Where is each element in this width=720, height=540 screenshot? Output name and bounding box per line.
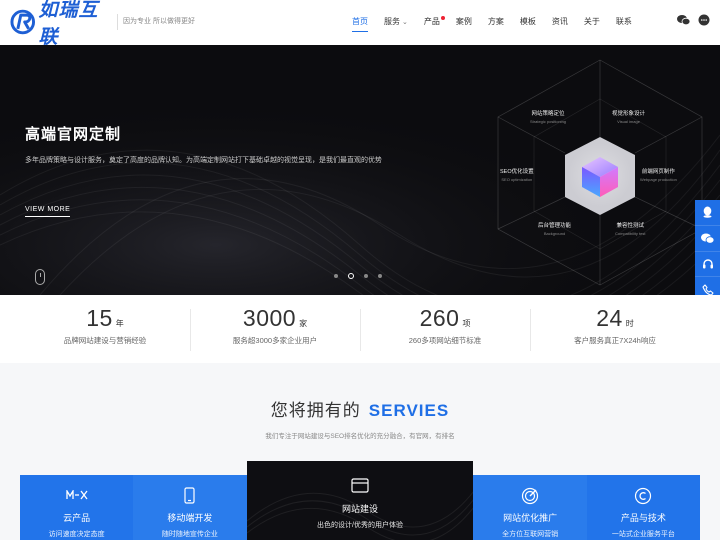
card-desc: 全方位互联网营销 [502, 531, 559, 538]
hero-subtitle: 多年品牌策略与设计服务，奠定了高度的品牌认知。为高端定制网站打下基础卓越的视觉呈… [25, 157, 382, 164]
stat-value: 24 [596, 305, 623, 331]
card-desc: 出色的设计/优秀的用户体验 [317, 522, 403, 529]
service-card-website[interactable]: 网站建设 出色的设计/优秀的用户体验 [246, 461, 474, 540]
stat-desc: 服务超3000多家企业用户 [232, 336, 318, 345]
scroll-mouse-icon[interactable] [35, 269, 45, 285]
nav-item-about[interactable]: 关于 [576, 0, 608, 45]
stat-unit: 年 [115, 319, 124, 328]
wechat-icon[interactable] [695, 226, 720, 252]
stat-desc: 客户服务真正7X24h响应 [574, 336, 656, 345]
card-desc: 一站式企业服务平台 [611, 531, 675, 538]
view-more-link[interactable]: VIEW MORE [25, 206, 71, 217]
card-title: 网站建设 [341, 504, 378, 514]
logo-text: 如瑞互联 [38, 0, 99, 48]
nav-item-home[interactable]: 首页 [344, 0, 376, 45]
logo-mark-icon [10, 9, 36, 35]
service-card-cloud[interactable]: 云产品 访问速度决定态度 [20, 475, 134, 540]
stat-unit: 时 [625, 319, 634, 328]
slogan: 因为专业 所以做得更好 [123, 18, 195, 25]
card-desc: 随时随地宣传企业 [161, 531, 218, 538]
main-nav: 首页 服务 ⌄ 产品 案例 方案 模板 资讯 关于 联系 [344, 0, 640, 45]
service-card-seo[interactable]: 网站优化推广 全方位互联网营销 [473, 475, 587, 540]
hex-label-seo: SEO优化设置 SEO optimization [500, 169, 534, 182]
hex-label-strategy: 网站策略定位 Strategic positioning [530, 111, 567, 124]
stats-bar: 15 年 品牌网站建设与营销经验 3000 家 服务超3000多家企业用户 260 项… [0, 295, 720, 363]
site-header: 如瑞互联 因为专业 所以做得更好 首页 服务 ⌄ 产品 案例 方案 模板 资讯 关… [0, 0, 720, 48]
carousel-dot[interactable] [334, 274, 338, 278]
service-card-mobile[interactable]: 移动端开发 随时随地宣传企业 [133, 475, 247, 540]
nav-item-cases[interactable]: 案例 [448, 0, 480, 45]
hero-banner: 高端官网定制 多年品牌策略与设计服务，奠定了高度的品牌认知。为高端定制网站打下基… [0, 45, 720, 295]
carousel-dot-active[interactable] [348, 273, 354, 279]
cloud-product-icon [20, 487, 133, 505]
hex-label-frontend: 前端网页制作 Webpage production [640, 169, 677, 182]
carousel-dot[interactable] [364, 274, 368, 278]
card-title: 产品与技术 [620, 513, 666, 523]
nav-item-contact[interactable]: 联系 [608, 0, 640, 45]
hex-label-compat: 兼容性测试 Compatibility test [615, 223, 646, 236]
card-desc: 访问速度决定态度 [48, 531, 105, 538]
hexagon-diagram: 网站策略定位 Strategic positioning 视觉形象设计 Visual… [490, 57, 710, 287]
nav-item-templates[interactable]: 模板 [512, 0, 544, 45]
header-divider [117, 14, 118, 30]
new-badge-dot [440, 16, 445, 20]
hero-title: 高端官网定制 [25, 126, 122, 143]
mobile-icon [133, 487, 246, 505]
carousel-dot[interactable] [378, 274, 382, 278]
carousel-dots [334, 273, 382, 279]
service-card-tech[interactable]: 产品与技术 一站式企业服务平台 [586, 475, 700, 540]
card-title: 网站优化推广 [503, 513, 558, 523]
stat-unit: 项 [462, 319, 471, 328]
stat-item: 260 项 260多项网站细节标准 [360, 295, 530, 363]
hex-label-backend: 后台管理功能 Background [538, 223, 572, 236]
chat-icon[interactable] [697, 14, 711, 28]
stat-value: 3000 [242, 305, 297, 331]
nav-item-services[interactable]: 服务 ⌄ [376, 0, 416, 45]
hex-label-visual: 视觉形象设计 Visual image [612, 111, 646, 124]
section-subtitle: 我们专注于网站建设与SEO排名优化的充分融合，有官网，有排名 [265, 433, 455, 440]
nav-item-products[interactable]: 产品 [416, 0, 448, 45]
chevron-down-icon: ⌄ [402, 19, 408, 26]
stat-item: 15 年 品牌网站建设与营销经验 [20, 295, 190, 363]
logo[interactable]: 如瑞互联 [9, 0, 117, 48]
services-section: 您将拥有的 SERVIES 我们专注于网站建设与SEO排名优化的充分融合，有官网，… [0, 363, 720, 540]
copyright-icon [587, 487, 700, 505]
stat-value: 260 [419, 305, 460, 331]
headset-icon[interactable] [695, 252, 720, 278]
nav-item-solutions[interactable]: 方案 [480, 0, 512, 45]
wechat-icon[interactable] [676, 14, 690, 28]
nav-item-news[interactable]: 资讯 [544, 0, 576, 45]
stat-desc: 260多项网站细节标准 [408, 336, 482, 345]
stat-desc: 品牌网站建设与营销经验 [63, 336, 147, 345]
section-title: 您将拥有的 SERVIES [270, 401, 450, 420]
optimize-icon [473, 487, 586, 505]
stat-item: 24 时 客户服务真正7X24h响应 [530, 295, 700, 363]
stat-item: 3000 家 服务超3000多家企业用户 [190, 295, 360, 363]
stat-value: 15 [86, 305, 113, 331]
qq-icon[interactable] [695, 200, 720, 226]
card-title: 移动端开发 [167, 513, 213, 523]
card-title: 云产品 [63, 513, 91, 523]
section-title-accent: SERVIES [368, 401, 450, 420]
stat-unit: 家 [299, 319, 308, 328]
browser-icon [247, 478, 474, 496]
service-cards: 云产品 访问速度决定态度 移动端开发 随时随地宣传企业 网站建设 出色的设计/优… [20, 461, 700, 540]
